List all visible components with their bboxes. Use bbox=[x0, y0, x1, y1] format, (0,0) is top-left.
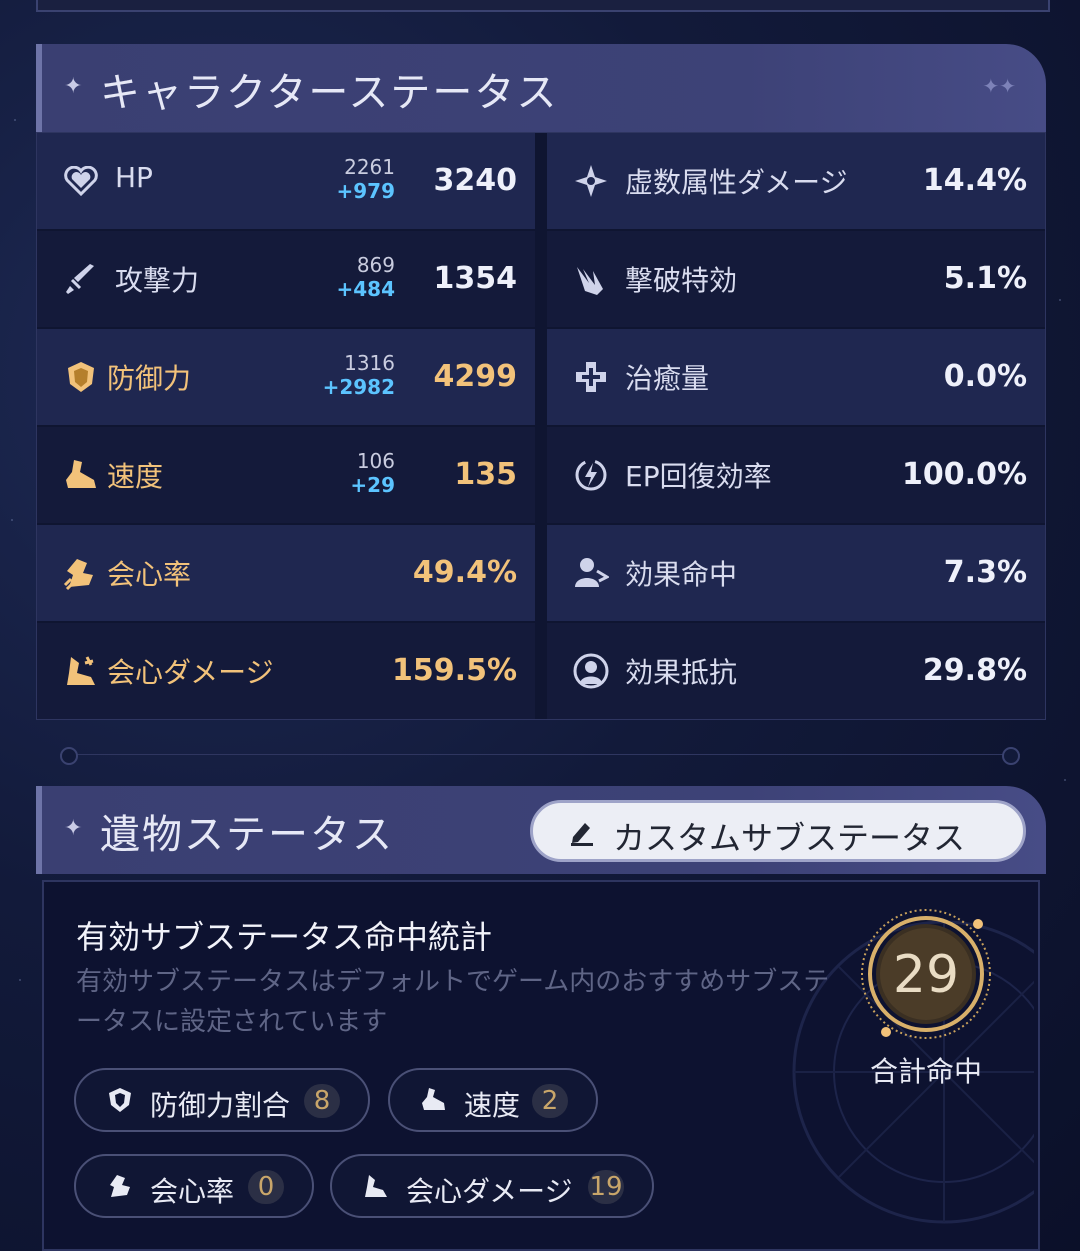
stat-label: 虚数属性ダメージ bbox=[625, 166, 848, 199]
stat-total-value: 29.8% bbox=[922, 653, 1027, 688]
total-hits-value: 29 bbox=[893, 945, 959, 1005]
stat-cell-def: 防御力 1316 +2982 4299 bbox=[37, 329, 535, 425]
imaginary-element-icon bbox=[571, 161, 611, 201]
summary-title: 有効サブステータス命中統計 bbox=[76, 918, 493, 956]
crit-rate-icon bbox=[106, 1172, 134, 1200]
stat-label: HP bbox=[115, 161, 153, 194]
stat-label: 攻撃力 bbox=[115, 264, 200, 297]
stat-base-value: 106 bbox=[356, 449, 395, 473]
shield-icon bbox=[61, 357, 101, 397]
stat-label: 治癒量 bbox=[625, 362, 710, 395]
shield-icon bbox=[106, 1086, 134, 1114]
stat-cell-spd: 速度 106 +29 135 bbox=[37, 427, 535, 523]
substat-chip-spd[interactable]: 速度 2 bbox=[388, 1068, 598, 1132]
stat-total-value: 159.5% bbox=[392, 653, 517, 688]
healing-cross-icon bbox=[571, 357, 611, 397]
break-effect-icon bbox=[571, 259, 611, 299]
substat-chip-crit-dmg[interactable]: 会心ダメージ 19 bbox=[330, 1154, 654, 1218]
substat-chip-count: 8 bbox=[304, 1084, 340, 1118]
stat-breakdown: 2261 +979 bbox=[336, 155, 395, 203]
custom-substats-label: カスタムサブステータス bbox=[613, 819, 966, 857]
custom-substats-button[interactable]: カスタムサブステータス bbox=[530, 800, 1026, 862]
stat-base-value: 2261 bbox=[344, 155, 395, 179]
effect-res-icon bbox=[571, 651, 611, 691]
previous-panel-edge bbox=[36, 0, 1050, 12]
stat-total-value: 4299 bbox=[433, 359, 518, 394]
stat-cell-imaginary-dmg: 虚数属性ダメージ 14.4% bbox=[547, 133, 1045, 229]
stat-base-value: 1316 bbox=[344, 351, 395, 375]
stat-base-value: 869 bbox=[356, 253, 395, 277]
stat-total-value: 3240 bbox=[433, 163, 518, 198]
substat-chip-def-percent[interactable]: 防御力割合 8 bbox=[74, 1068, 370, 1132]
stat-cell-atk: 攻撃力 869 +484 1354 bbox=[37, 231, 535, 327]
stat-breakdown: 106 +29 bbox=[350, 449, 395, 497]
stat-cell-crit-rate: 会心率 49.4% bbox=[37, 525, 535, 621]
stat-total-value: 100.0% bbox=[902, 457, 1027, 492]
character-status-title: キャラクターステータス bbox=[100, 70, 559, 116]
character-stats-grid: HP 2261 +979 3240 虚数属性ダメージ 14.4% 攻撃力 869… bbox=[36, 132, 1046, 720]
crit-dmg-icon bbox=[362, 1172, 390, 1200]
substat-chip-count: 2 bbox=[532, 1084, 568, 1118]
stat-cell-effect-res: 効果抵抗 29.8% bbox=[547, 623, 1045, 719]
stat-total-value: 135 bbox=[454, 457, 517, 492]
substat-chip-count: 19 bbox=[588, 1170, 624, 1204]
energy-regen-icon bbox=[571, 455, 611, 495]
substat-chip-count: 0 bbox=[248, 1170, 284, 1204]
relic-status-title: 遺物ステータス bbox=[100, 812, 394, 858]
stat-cell-energy-regen: EP回復効率 100.0% bbox=[547, 427, 1045, 523]
stat-label: 速度 bbox=[107, 460, 164, 493]
stat-cell-crit-dmg: 会心ダメージ 159.5% bbox=[37, 623, 535, 719]
section-divider bbox=[60, 747, 1020, 765]
total-hits-label: 合計命中 bbox=[869, 1055, 982, 1088]
total-hits-ring: 29 bbox=[861, 909, 991, 1039]
boot-icon bbox=[61, 455, 101, 495]
stat-cell-hp: HP 2261 +979 3240 bbox=[37, 133, 535, 229]
summary-description: 有効サブステータスはデフォルトでゲーム内のおすすめサブステータスに設定されていま… bbox=[76, 967, 830, 1037]
effect-hit-icon bbox=[571, 553, 611, 593]
substat-chip-label: 速度 bbox=[464, 1089, 521, 1122]
stat-breakdown: 869 +484 bbox=[336, 253, 395, 301]
stat-total-value: 0.0% bbox=[943, 359, 1027, 394]
stat-label: 会心率 bbox=[107, 558, 192, 591]
stat-label: 会心ダメージ bbox=[107, 656, 274, 689]
stat-total-value: 49.4% bbox=[412, 555, 517, 590]
heart-icon bbox=[61, 161, 101, 201]
stat-bonus-value: +979 bbox=[336, 179, 395, 203]
stat-breakdown: 1316 +2982 bbox=[323, 351, 395, 399]
sparkle-decoration-icon: ✦✦ bbox=[982, 74, 1016, 98]
stat-total-value: 7.3% bbox=[943, 555, 1027, 590]
relic-substat-summary: 有効サブステータス命中統計 有効サブステータスはデフォルトでゲーム内のおすすめサ… bbox=[42, 880, 1040, 1251]
stat-label: 防御力 bbox=[107, 362, 192, 395]
boot-icon bbox=[420, 1086, 448, 1114]
character-status-header: ✦ キャラクターステータス ✦✦ bbox=[36, 44, 1046, 132]
stat-label: EP回復効率 bbox=[625, 460, 772, 493]
stat-cell-healing: 治癒量 0.0% bbox=[547, 329, 1045, 425]
substat-chip-crit-rate[interactable]: 会心率 0 bbox=[74, 1154, 314, 1218]
edit-pencil-icon bbox=[567, 817, 597, 851]
substat-chip-label: 会心ダメージ bbox=[406, 1175, 573, 1208]
stat-cell-break-effect: 撃破特効 5.1% bbox=[547, 231, 1045, 327]
substat-chip-label: 防御力割合 bbox=[150, 1089, 291, 1122]
sparkle-icon: ✦ bbox=[64, 816, 83, 841]
stat-label: 効果抵抗 bbox=[625, 656, 738, 689]
stat-bonus-value: +29 bbox=[350, 473, 395, 497]
stat-total-value: 14.4% bbox=[922, 163, 1027, 198]
substat-chip-label: 会心率 bbox=[150, 1175, 235, 1208]
stat-bonus-value: +2982 bbox=[322, 375, 395, 399]
stat-bonus-value: +484 bbox=[336, 277, 395, 301]
stat-label: 効果命中 bbox=[625, 558, 738, 591]
sparkle-icon: ✦ bbox=[64, 74, 83, 99]
crit-rate-icon bbox=[61, 553, 101, 593]
sword-icon bbox=[61, 259, 101, 299]
stat-cell-effect-hit: 効果命中 7.3% bbox=[547, 525, 1045, 621]
stat-label: 撃破特効 bbox=[625, 264, 738, 297]
stat-total-value: 5.1% bbox=[943, 261, 1027, 296]
crit-dmg-icon bbox=[61, 651, 101, 691]
stat-total-value: 1354 bbox=[433, 261, 518, 296]
